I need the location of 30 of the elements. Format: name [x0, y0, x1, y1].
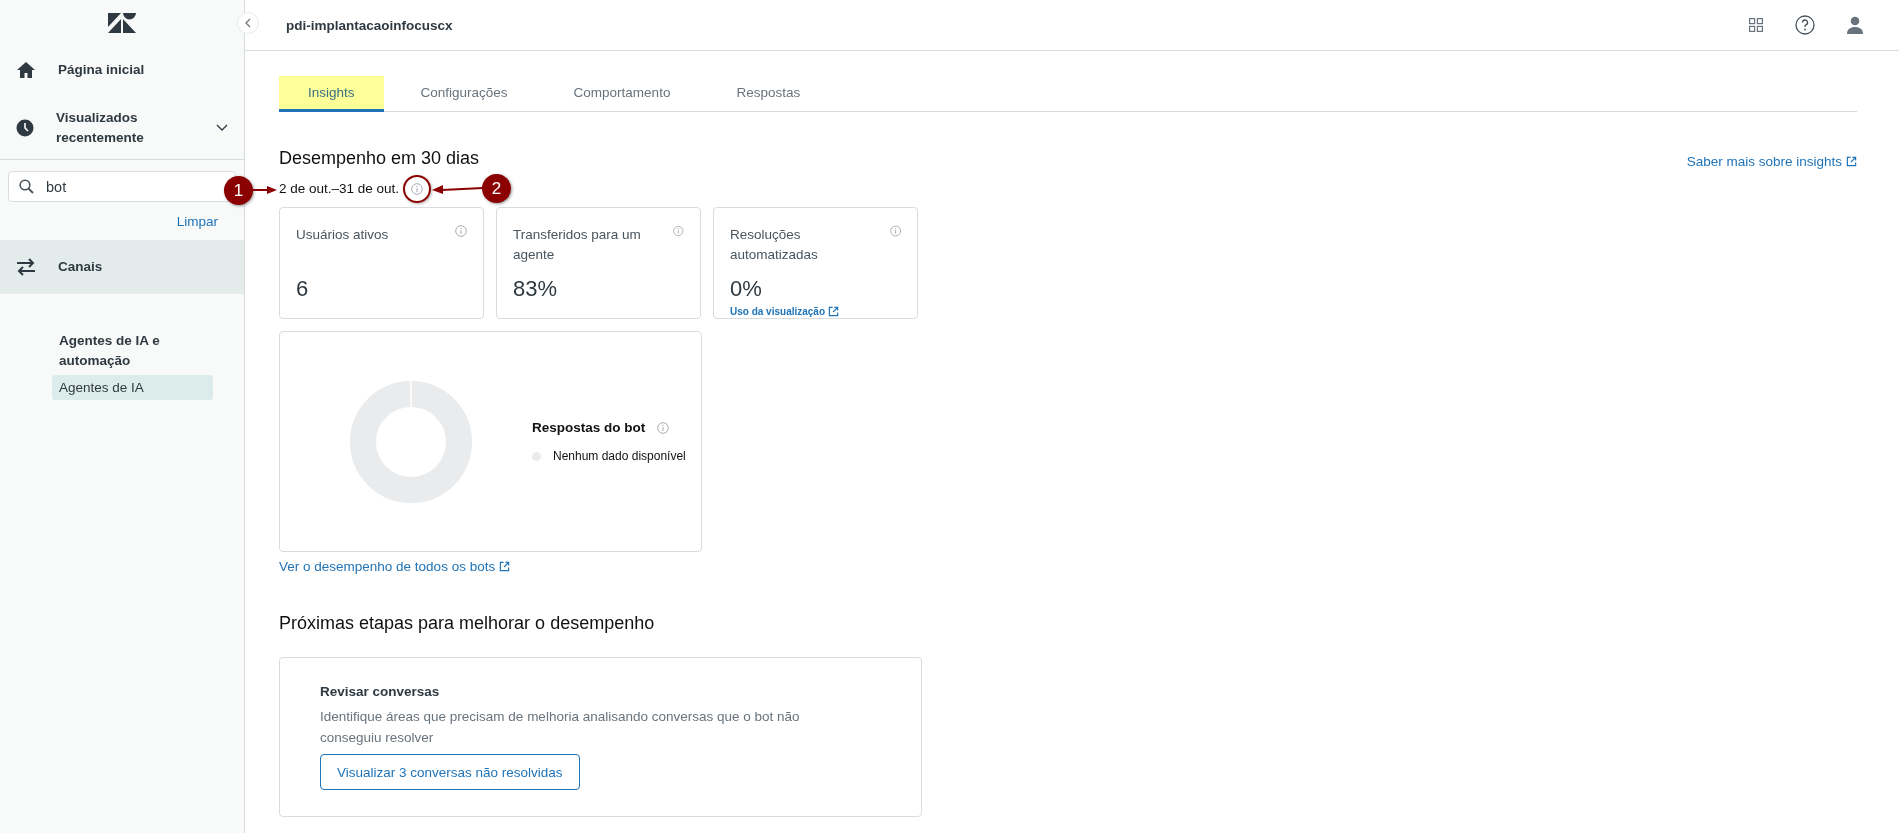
tab[interactable]: Insights — [279, 76, 384, 112]
section-heading: Desempenho em 30 dias — [279, 148, 480, 169]
section-heading: Próximas etapas para melhorar o desempenho — [279, 613, 656, 634]
step-title: Revisar conversas — [320, 684, 440, 699]
date-range: 2 de out.–31 de out. — [279, 181, 400, 196]
metric-value: 83% — [513, 276, 559, 302]
learn-more-link[interactable]: Saber mais sobre insights — [1686, 154, 1857, 169]
tab[interactable]: Respostas — [707, 76, 830, 112]
nav-item[interactable]: Página inicial — [0, 43, 244, 97]
metric-label: Usuários ativos — [296, 226, 389, 244]
nav-item[interactable]: Visualizados recentemente — [0, 97, 244, 160]
annotation-marker: 2 — [482, 174, 511, 203]
usage-link[interactable]: Uso da visualização — [730, 306, 901, 317]
section-title: Agentes de IA e automação — [58, 332, 161, 370]
metric-value: 6 — [296, 276, 310, 302]
all-bots-link[interactable]: Ver o desempenho de todos os bots — [279, 559, 1857, 574]
metric-label: Transferidos para um agente — [513, 226, 642, 264]
clear-link[interactable]: Limpar — [176, 214, 218, 229]
chart-title: Respostas do bot — [532, 420, 646, 435]
view-conversations-button[interactable]: Visualizar 3 conversas não resolvidas — [320, 754, 580, 790]
nav-item[interactable]: Agentes de IA — [52, 375, 213, 400]
legend-label: Nenhum dado disponível — [553, 449, 686, 463]
step-description: Identifique áreas que precisam de melhoria analisando conversas que o bot não conseguiu resolver — [320, 708, 801, 747]
workspace-title: pdi-implantacaoinfocuscx — [286, 17, 454, 33]
tab[interactable]: Comportamento — [544, 76, 700, 112]
metric-value: 0% — [730, 276, 763, 302]
metric-label: Resoluções automatizadas — [730, 226, 819, 264]
nav-item[interactable]: Canais — [0, 240, 244, 294]
tab[interactable]: Configurações — [391, 76, 537, 112]
search-field[interactable]: bot — [8, 171, 236, 202]
